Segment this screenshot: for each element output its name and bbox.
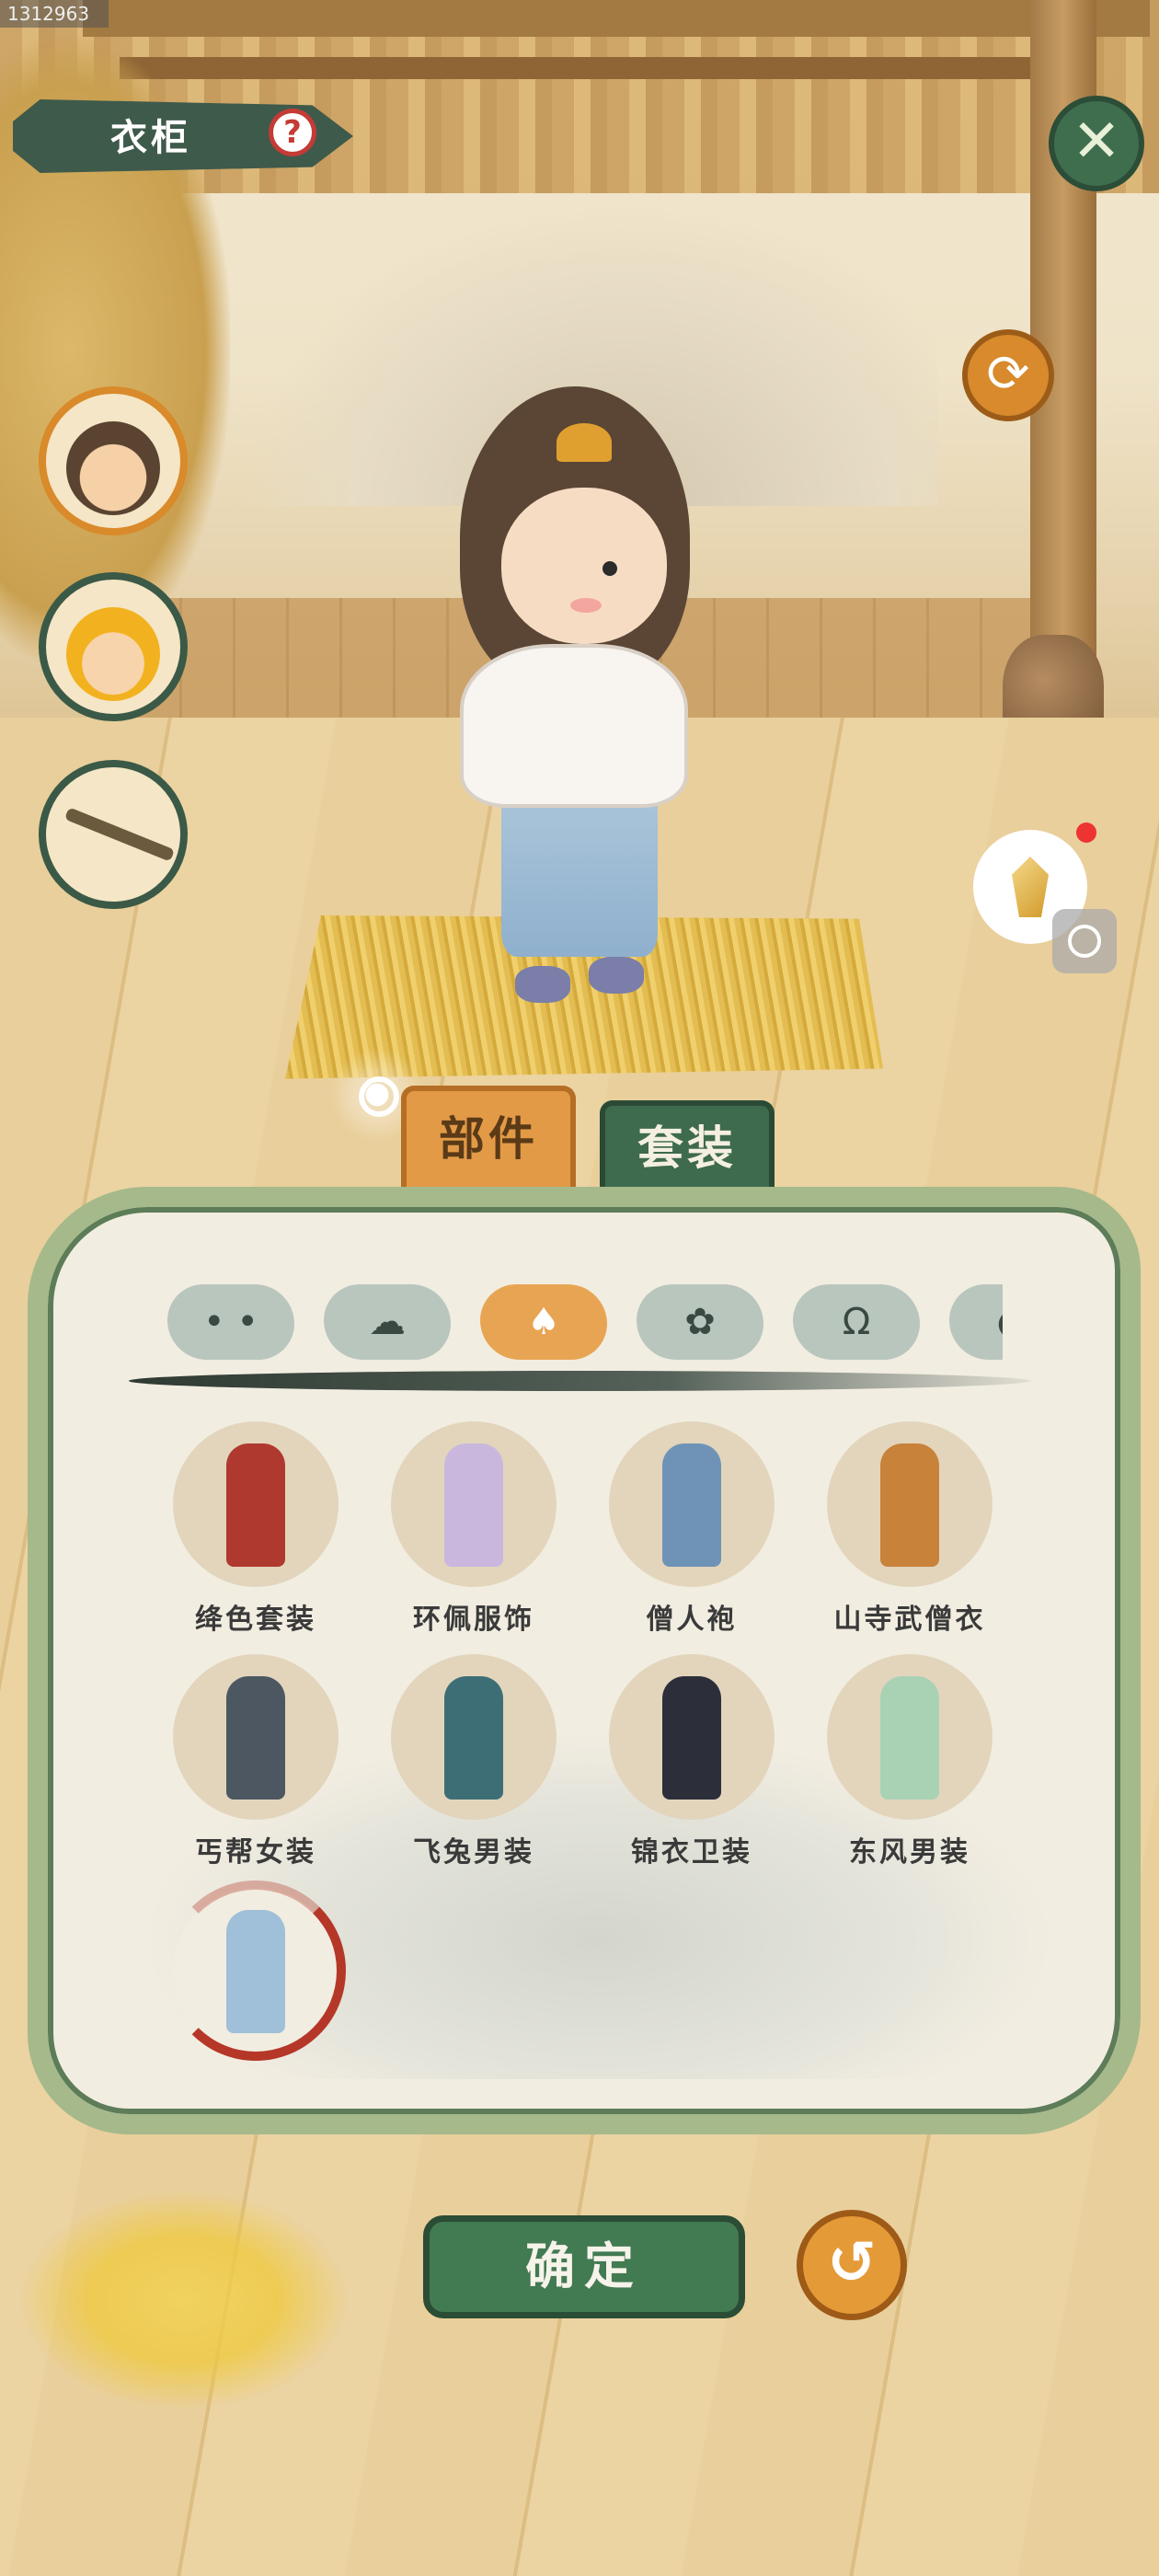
notification-dot	[1076, 822, 1096, 843]
help-button[interactable]: ?	[269, 109, 316, 156]
character-cape	[460, 644, 688, 808]
outfit-label: 绛色套装	[195, 1604, 316, 1636]
category-bar: • • ☁ ♠ ✿ Ω ◐	[167, 1284, 1003, 1365]
refresh-button[interactable]: ⟳	[962, 329, 1054, 421]
outfit-item[interactable]: 环佩服饰	[373, 1421, 575, 1636]
character-eye	[602, 561, 617, 576]
assist-icon	[1068, 925, 1101, 958]
portrait-golden-hair-icon	[66, 607, 160, 701]
outfit-item[interactable]: 飞兔男装	[373, 1654, 575, 1869]
category-pants-icon[interactable]: Ω	[793, 1284, 920, 1360]
outfit-item[interactable]: 山寺武僧衣	[809, 1421, 1011, 1636]
outfit-item[interactable]: 锦衣卫装	[591, 1654, 793, 1869]
page-title: 衣柜	[110, 116, 191, 159]
category-face-icon[interactable]: • •	[167, 1284, 294, 1360]
close-button[interactable]: ✕	[1049, 96, 1144, 191]
outfit-thumbnail	[444, 1443, 503, 1567]
outfit-thumbnail	[662, 1676, 721, 1800]
sword-icon	[63, 807, 176, 862]
outfit-thumbnail	[880, 1443, 939, 1567]
sparkle-ring-icon	[359, 1076, 399, 1117]
character-slot-hero-blonde[interactable]	[39, 572, 188, 721]
confirm-button[interactable]: 确定	[423, 2215, 745, 2318]
outfit-label: 东风男装	[849, 1836, 970, 1869]
outfit-thumbnail	[226, 1910, 285, 2033]
outfit-label: 飞兔男装	[413, 1836, 534, 1869]
floating-assist-button[interactable]	[1052, 909, 1117, 973]
gem-icon	[1012, 857, 1049, 917]
category-clothing-icon[interactable]: ♠	[480, 1284, 607, 1360]
screen-id-label: 1312963	[0, 0, 109, 28]
outfit-thumbnail	[226, 1676, 285, 1800]
character-slot-weapon[interactable]	[39, 760, 188, 909]
tab-sets[interactable]: 套装	[600, 1100, 775, 1189]
tab-parts[interactable]: 部件	[401, 1086, 576, 1187]
category-hair-icon[interactable]: ☁	[324, 1284, 451, 1360]
outfit-label: 僧人袍	[646, 1604, 738, 1636]
character-shoe-right	[589, 957, 644, 994]
outfit-label: 锦衣卫装	[631, 1836, 752, 1869]
outfit-thumbnail	[444, 1676, 503, 1800]
category-flower-icon[interactable]: ✿	[637, 1284, 763, 1360]
brush-divider	[129, 1371, 1030, 1391]
outfit-thumbnail	[226, 1443, 285, 1567]
character-cheek	[570, 598, 602, 613]
category-more-icon[interactable]: ◐	[949, 1284, 1003, 1360]
outfit-item[interactable]: 绛色套装	[155, 1421, 357, 1636]
outfit-item-selected[interactable]	[155, 1880, 357, 2099]
outfit-thumbnail	[880, 1676, 939, 1800]
outfit-item[interactable]: 丐帮女装	[155, 1654, 357, 1869]
undo-button[interactable]: ↺	[797, 2210, 907, 2320]
character-slot-hero-boy[interactable]	[39, 386, 188, 535]
outfit-item[interactable]: 僧人袍	[591, 1421, 793, 1636]
outfit-label: 丐帮女装	[195, 1836, 316, 1869]
outfit-item[interactable]: 东风男装	[809, 1654, 1011, 1869]
character-crown	[557, 423, 612, 462]
portrait-brown-hair-icon	[66, 421, 160, 515]
outfit-thumbnail	[662, 1443, 721, 1567]
outfit-label: 环佩服饰	[413, 1604, 534, 1636]
character-shoe-left	[515, 966, 570, 1003]
outfit-label: 山寺武僧衣	[833, 1604, 986, 1636]
roof-beam-lower	[120, 57, 1095, 79]
decorative-leaves	[18, 2190, 350, 2410]
character-face	[501, 488, 667, 644]
roof-beam	[83, 0, 1150, 37]
